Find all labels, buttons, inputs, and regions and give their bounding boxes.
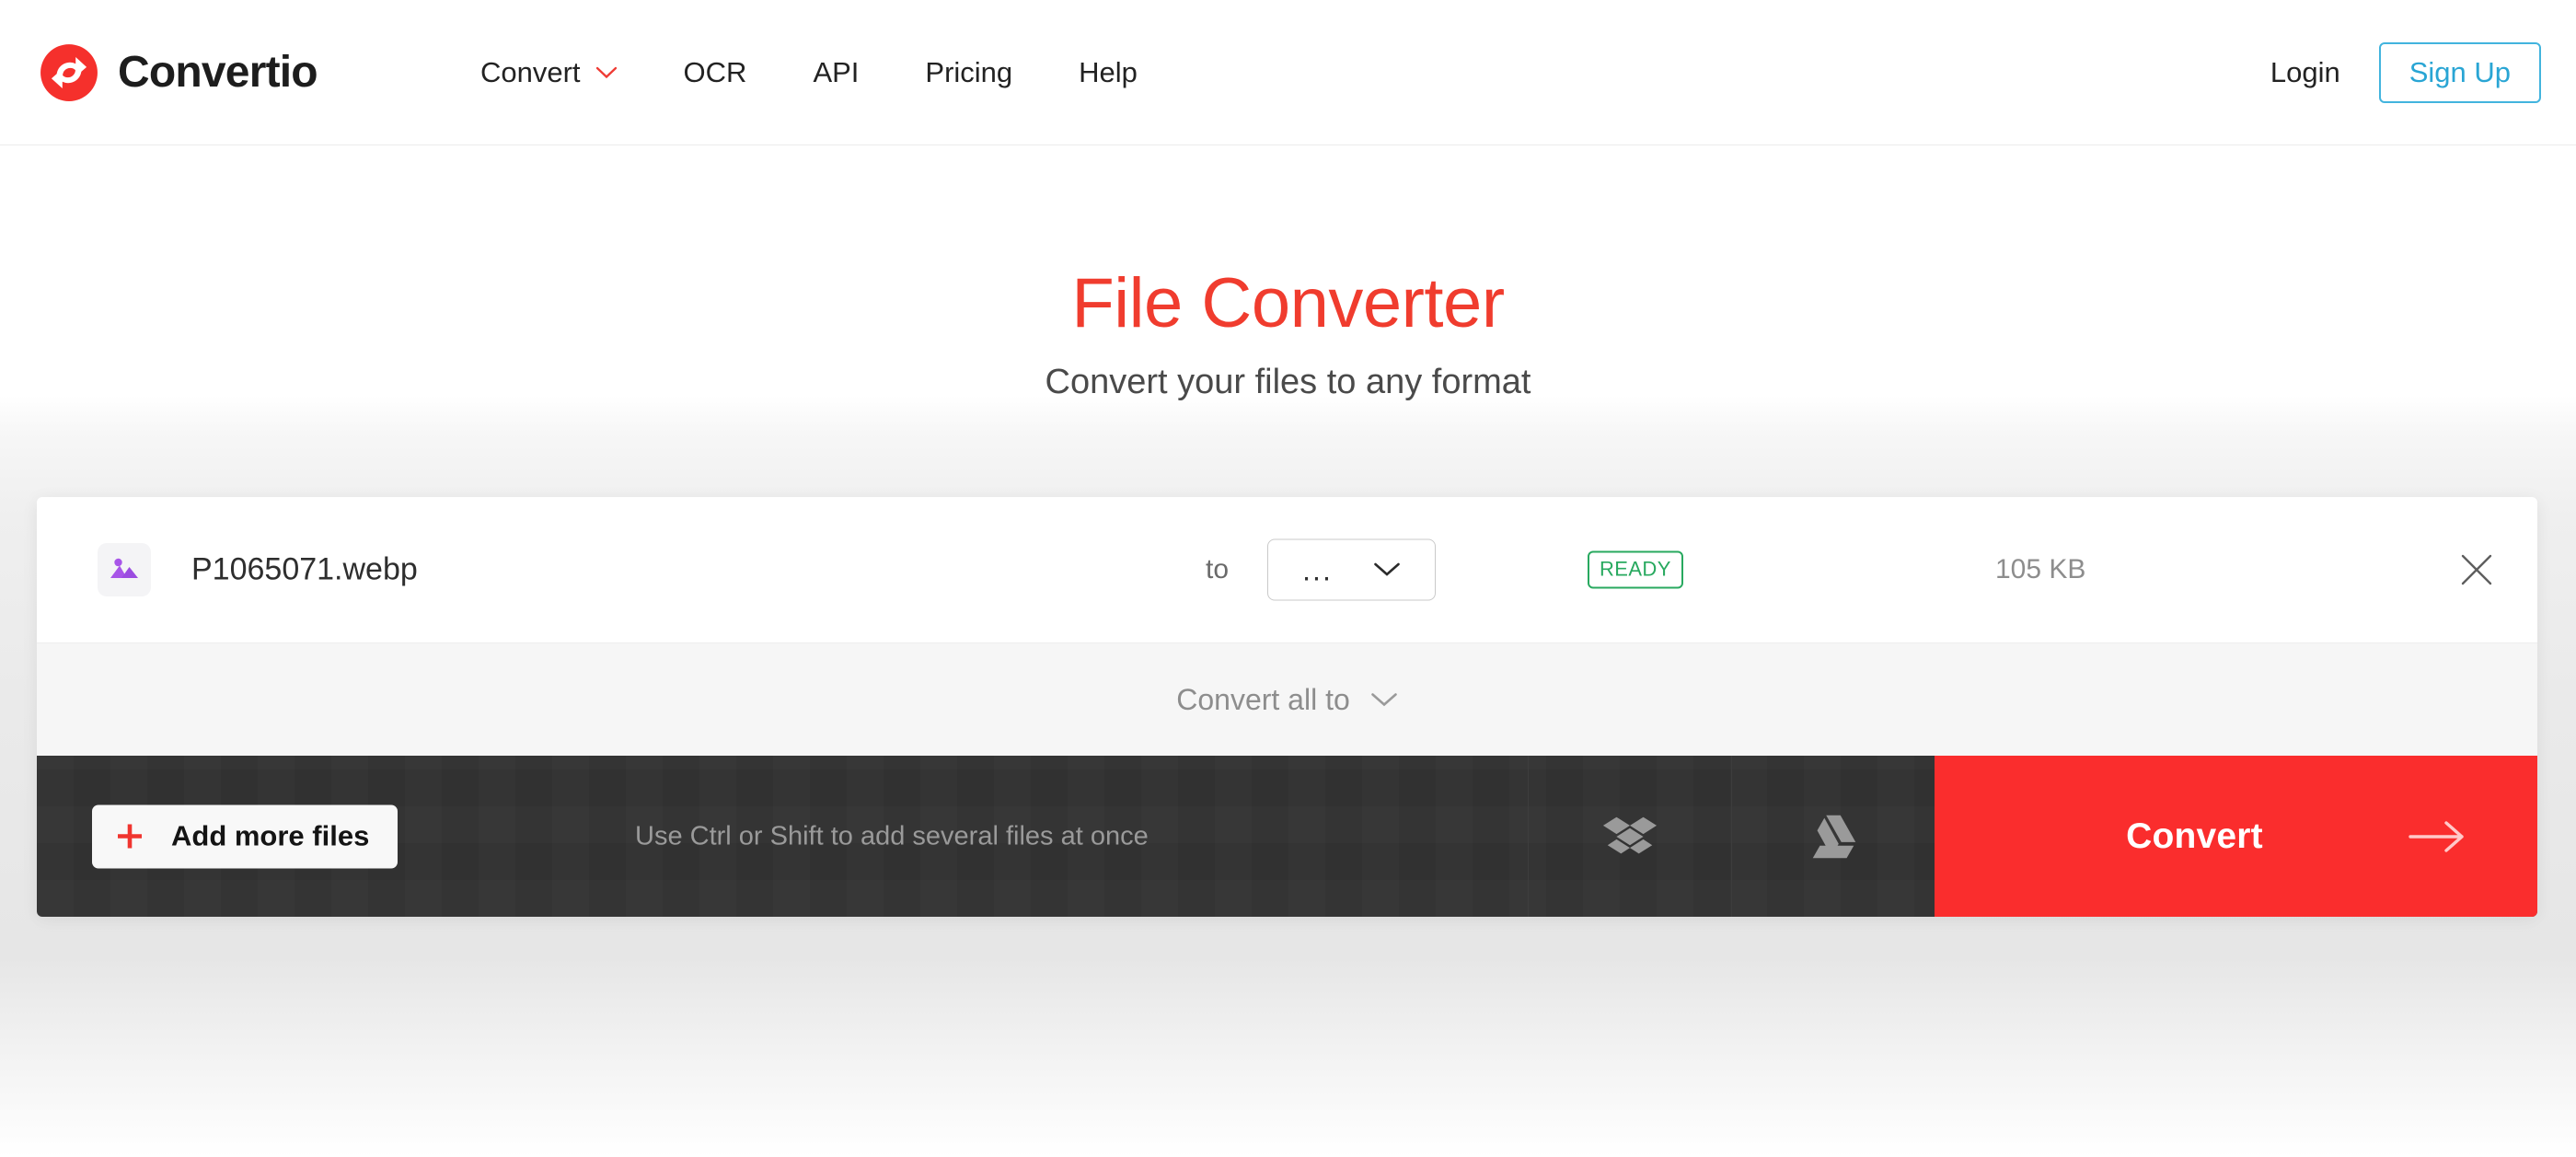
header-actions: Login Sign Up xyxy=(2270,0,2541,145)
dropbox-upload-button[interactable] xyxy=(1528,756,1731,917)
nav-item-ocr[interactable]: OCR xyxy=(651,56,780,89)
nav-item-pricing[interactable]: Pricing xyxy=(892,56,1045,89)
google-drive-upload-button[interactable] xyxy=(1731,756,1935,917)
file-row: P1065071.webp to ... READY 105 KB xyxy=(37,497,2537,642)
page-title: File Converter xyxy=(1071,264,1505,342)
to-label: to xyxy=(1206,554,1230,584)
chevron-down-icon xyxy=(1374,562,1400,576)
action-bar: Add more files Use Ctrl or Shift to add … xyxy=(37,756,2537,917)
output-format-select[interactable]: ... xyxy=(1267,538,1436,601)
brand-name: Convertio xyxy=(118,48,318,97)
brand-logo[interactable]: Convertio xyxy=(39,0,318,145)
convert-button-label: Convert xyxy=(2126,816,2263,856)
nav-label-api: API xyxy=(813,56,860,88)
nav-label-pricing: Pricing xyxy=(925,56,1013,88)
convert-all-select[interactable]: Convert all to xyxy=(1176,683,1398,717)
plus-icon xyxy=(118,824,142,849)
page-subtitle: Convert your files to any format xyxy=(1045,362,1531,401)
dropbox-icon xyxy=(1602,816,1658,853)
main-nav: Convert OCR API Pricing Help xyxy=(469,0,1171,145)
output-format-value: ... xyxy=(1302,553,1333,586)
multi-select-hint: Use Ctrl or Shift to add several files a… xyxy=(635,821,1149,850)
chevron-down-icon xyxy=(595,66,617,79)
nav-label-ocr: OCR xyxy=(683,56,747,88)
nav-label-help: Help xyxy=(1079,56,1138,88)
convert-all-label: Convert all to xyxy=(1176,682,1350,716)
hero-section: File Converter Convert your files to any… xyxy=(0,265,2576,402)
nav-item-api[interactable]: API xyxy=(780,56,892,89)
nav-item-help[interactable]: Help xyxy=(1045,56,1171,89)
arrow-right-icon xyxy=(2409,820,2464,852)
add-files-zone: Add more files Use Ctrl or Shift to add … xyxy=(37,756,1528,917)
image-file-icon xyxy=(110,558,138,578)
site-header: Convertio Convert OCR API Pricing Help L… xyxy=(0,0,2576,145)
add-more-files-button[interactable]: Add more files xyxy=(92,804,399,868)
nav-item-convert[interactable]: Convert xyxy=(469,56,651,89)
convert-all-row: Convert all to xyxy=(37,642,2537,756)
convertio-logo-icon xyxy=(40,44,98,101)
page-root: Convertio Convert OCR API Pricing Help L… xyxy=(0,0,2576,1157)
file-size: 105 KB xyxy=(1995,554,2086,584)
nav-label-convert: Convert xyxy=(480,56,581,88)
convert-button[interactable]: Convert xyxy=(1935,756,2537,917)
file-name: P1065071.webp xyxy=(191,551,418,587)
add-more-files-label: Add more files xyxy=(171,819,370,852)
google-drive-icon xyxy=(1812,815,1856,858)
converter-card: P1065071.webp to ... READY 105 KB Conver… xyxy=(37,497,2537,917)
login-link[interactable]: Login xyxy=(2270,56,2340,89)
chevron-down-icon xyxy=(1370,692,1397,706)
signup-button[interactable]: Sign Up xyxy=(2378,42,2541,103)
status-badge: READY xyxy=(1588,550,1683,589)
file-icon-container xyxy=(98,543,151,596)
close-icon[interactable] xyxy=(2456,550,2497,590)
